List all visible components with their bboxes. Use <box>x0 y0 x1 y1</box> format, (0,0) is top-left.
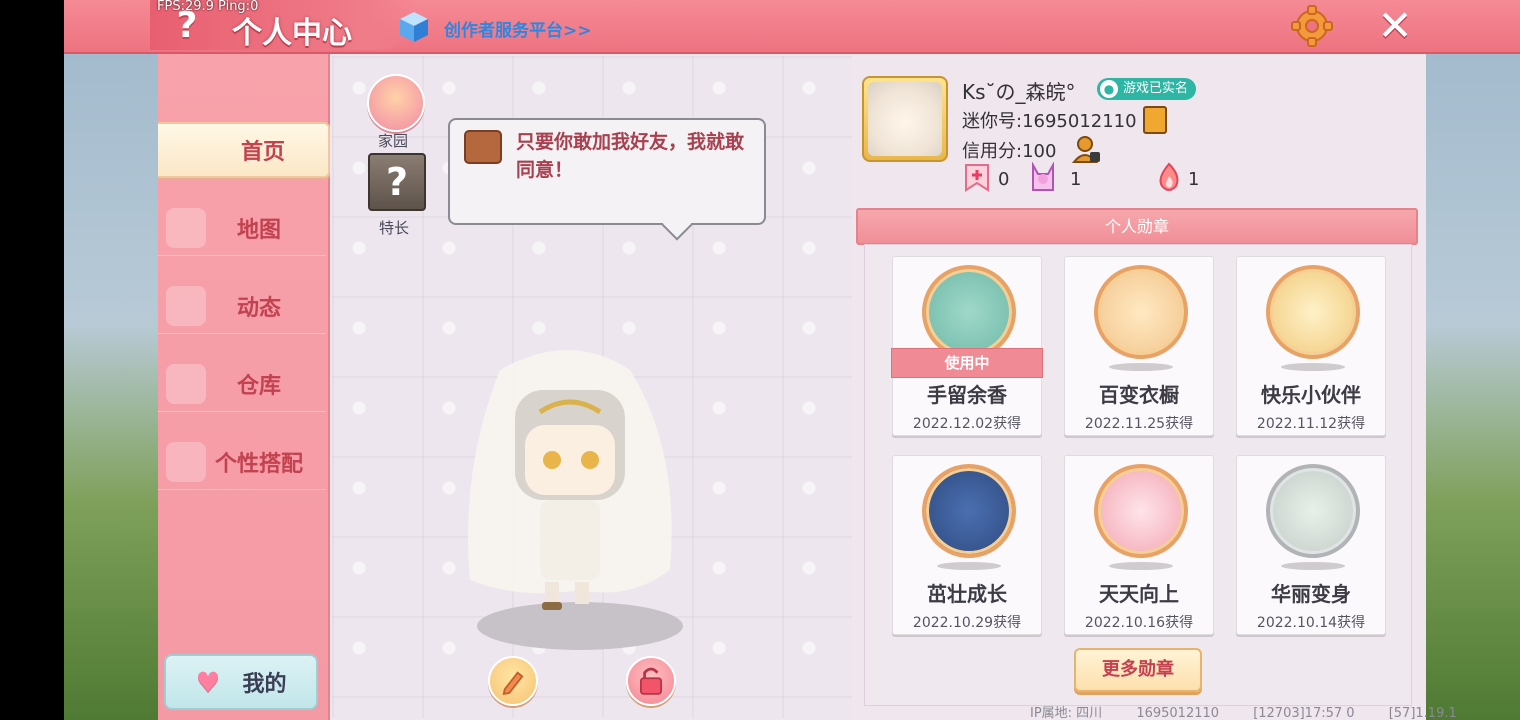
badge-card[interactable]: 快乐小伙伴 2022.11.12获得 <box>1236 256 1386 436</box>
badge-date: 2022.11.12获得 <box>1256 416 1366 432</box>
skill-label: 特长 <box>379 219 410 237</box>
chat-pet-icon <box>464 130 502 164</box>
cube-icon[interactable] <box>398 10 430 44</box>
more-badges-button[interactable]: 更多勋章 <box>1074 648 1202 692</box>
medal-shadow <box>1109 363 1173 371</box>
badge-medal-icon <box>922 265 1016 359</box>
badge-medal-icon <box>922 464 1016 558</box>
badge-medal-icon <box>1094 464 1188 558</box>
mini-id: 迷你号:1695012110 <box>962 111 1137 132</box>
nickname: Ks˘の_森皖° <box>962 80 1076 104</box>
badge-card[interactable]: 华丽变身 2022.10.14获得 <box>1236 455 1386 635</box>
flame-icon <box>1159 162 1179 191</box>
sidebar-item-label: 个性搭配 <box>214 451 303 477</box>
profile-avatar[interactable] <box>862 76 948 162</box>
badge-medal-icon <box>1266 464 1360 558</box>
avatar-portrait <box>868 82 942 156</box>
badge-card[interactable]: 天天向上 2022.10.16获得 <box>1064 455 1214 635</box>
badge-name: 手留余香 <box>927 383 1007 407</box>
signature-text: 只要你敢加我好友，我就敢同意！ <box>516 131 745 181</box>
bell-icon <box>166 286 206 326</box>
verified-label: 游戏已实名 <box>1123 81 1189 96</box>
question-icon: ? <box>385 160 409 204</box>
gear-icon[interactable] <box>1290 4 1334 48</box>
left-black-bar <box>0 0 64 720</box>
badge-name: 茁壮成长 <box>927 582 1007 606</box>
medal-shadow <box>1281 562 1345 570</box>
badge-name: 天天向上 <box>1099 582 1179 606</box>
cheer-icon <box>1032 162 1054 191</box>
footer-time: [12703]17:57 0 <box>1253 706 1355 720</box>
user-icon: ● <box>1100 80 1118 98</box>
medal-shadow <box>1109 562 1173 570</box>
signature-bubble[interactable]: 只要你敢加我好友，我就敢同意！ <box>448 118 766 225</box>
map-icon <box>166 208 206 248</box>
credit-user-icon[interactable] <box>1072 134 1102 164</box>
home-icon[interactable] <box>367 74 425 132</box>
close-icon[interactable]: ✕ <box>1372 4 1418 50</box>
footer-version: [57]1.19.1 <box>1388 706 1457 720</box>
badge-name: 华丽变身 <box>1271 582 1351 606</box>
sidebar-item-map[interactable]: 地图 <box>158 200 326 256</box>
badge-name: 百变衣橱 <box>1099 383 1179 407</box>
verified-badge: ● 游戏已实名 <box>1097 78 1197 100</box>
badge-card[interactable]: 茁壮成长 2022.10.29获得 <box>892 455 1042 635</box>
page-title: 个人中心 <box>232 16 352 51</box>
badge-date: 2022.10.14获得 <box>1256 615 1366 631</box>
stat-value: 1 <box>1188 169 1200 190</box>
skill-button[interactable]: ? <box>368 153 426 211</box>
edit-icon[interactable] <box>488 656 538 706</box>
stat-value: 0 <box>998 169 1010 190</box>
badge-card[interactable]: 百变衣橱 2022.11.25获得 <box>1064 256 1214 436</box>
lock-icon[interactable] <box>626 656 676 706</box>
badge-section-header: 个人勋章 <box>856 208 1418 245</box>
sidebar-item-label: 仓库 <box>236 373 281 399</box>
badge-date: 2022.10.29获得 <box>912 615 1022 631</box>
copy-icon[interactable] <box>1143 106 1167 134</box>
badge-date: 2022.10.16获得 <box>1084 615 1194 631</box>
badge-card[interactable]: 使用中 手留余香 2022.12.02获得 <box>891 256 1043 436</box>
heart-icon: ♥ <box>195 665 221 699</box>
bookmark-plus-icon <box>965 164 989 192</box>
sidebar-item-label: 首页 <box>240 140 285 165</box>
mine-label: 我的 <box>242 672 287 697</box>
badge-medal-icon <box>1094 265 1188 359</box>
mine-button[interactable]: ♥ 我的 <box>164 654 318 710</box>
badge-name: 快乐小伙伴 <box>1261 383 1361 407</box>
sidebar-item-label: 动态 <box>236 295 281 321</box>
sidebar-item-label: 地图 <box>236 217 281 243</box>
creator-platform-link[interactable]: 创作者服务平台>> <box>444 16 592 41</box>
badge-in-use-label: 使用中 <box>891 348 1043 378</box>
footer-uid: 1695012110 <box>1136 706 1220 720</box>
footer-info: IP属地: 四川 1695012110 [12703]17:57 0 [57]1… <box>1030 702 1487 720</box>
home-label: 家园 <box>378 132 409 150</box>
sidebar: 首页 地图 动态 仓库 个性搭配 <box>158 54 330 720</box>
warehouse-icon <box>166 364 206 404</box>
stat-value: 1 <box>1070 169 1082 190</box>
sidebar-item-outfit[interactable]: 个性搭配 <box>158 434 326 490</box>
sidebar-item-feed[interactable]: 动态 <box>158 278 326 334</box>
sidebar-item-storage[interactable]: 仓库 <box>158 356 326 412</box>
medal-shadow <box>1281 363 1345 371</box>
badge-date: 2022.11.25获得 <box>1084 416 1194 432</box>
credit-score: 信用分:100 <box>962 141 1057 162</box>
badge-medal-icon <box>1266 265 1360 359</box>
player-avatar[interactable] <box>400 330 720 660</box>
badge-date: 2022.12.02获得 <box>912 416 1022 432</box>
sidebar-item-home[interactable]: 首页 <box>158 122 330 178</box>
ip-location: IP属地: 四川 <box>1030 706 1103 720</box>
medal-shadow <box>937 562 1001 570</box>
